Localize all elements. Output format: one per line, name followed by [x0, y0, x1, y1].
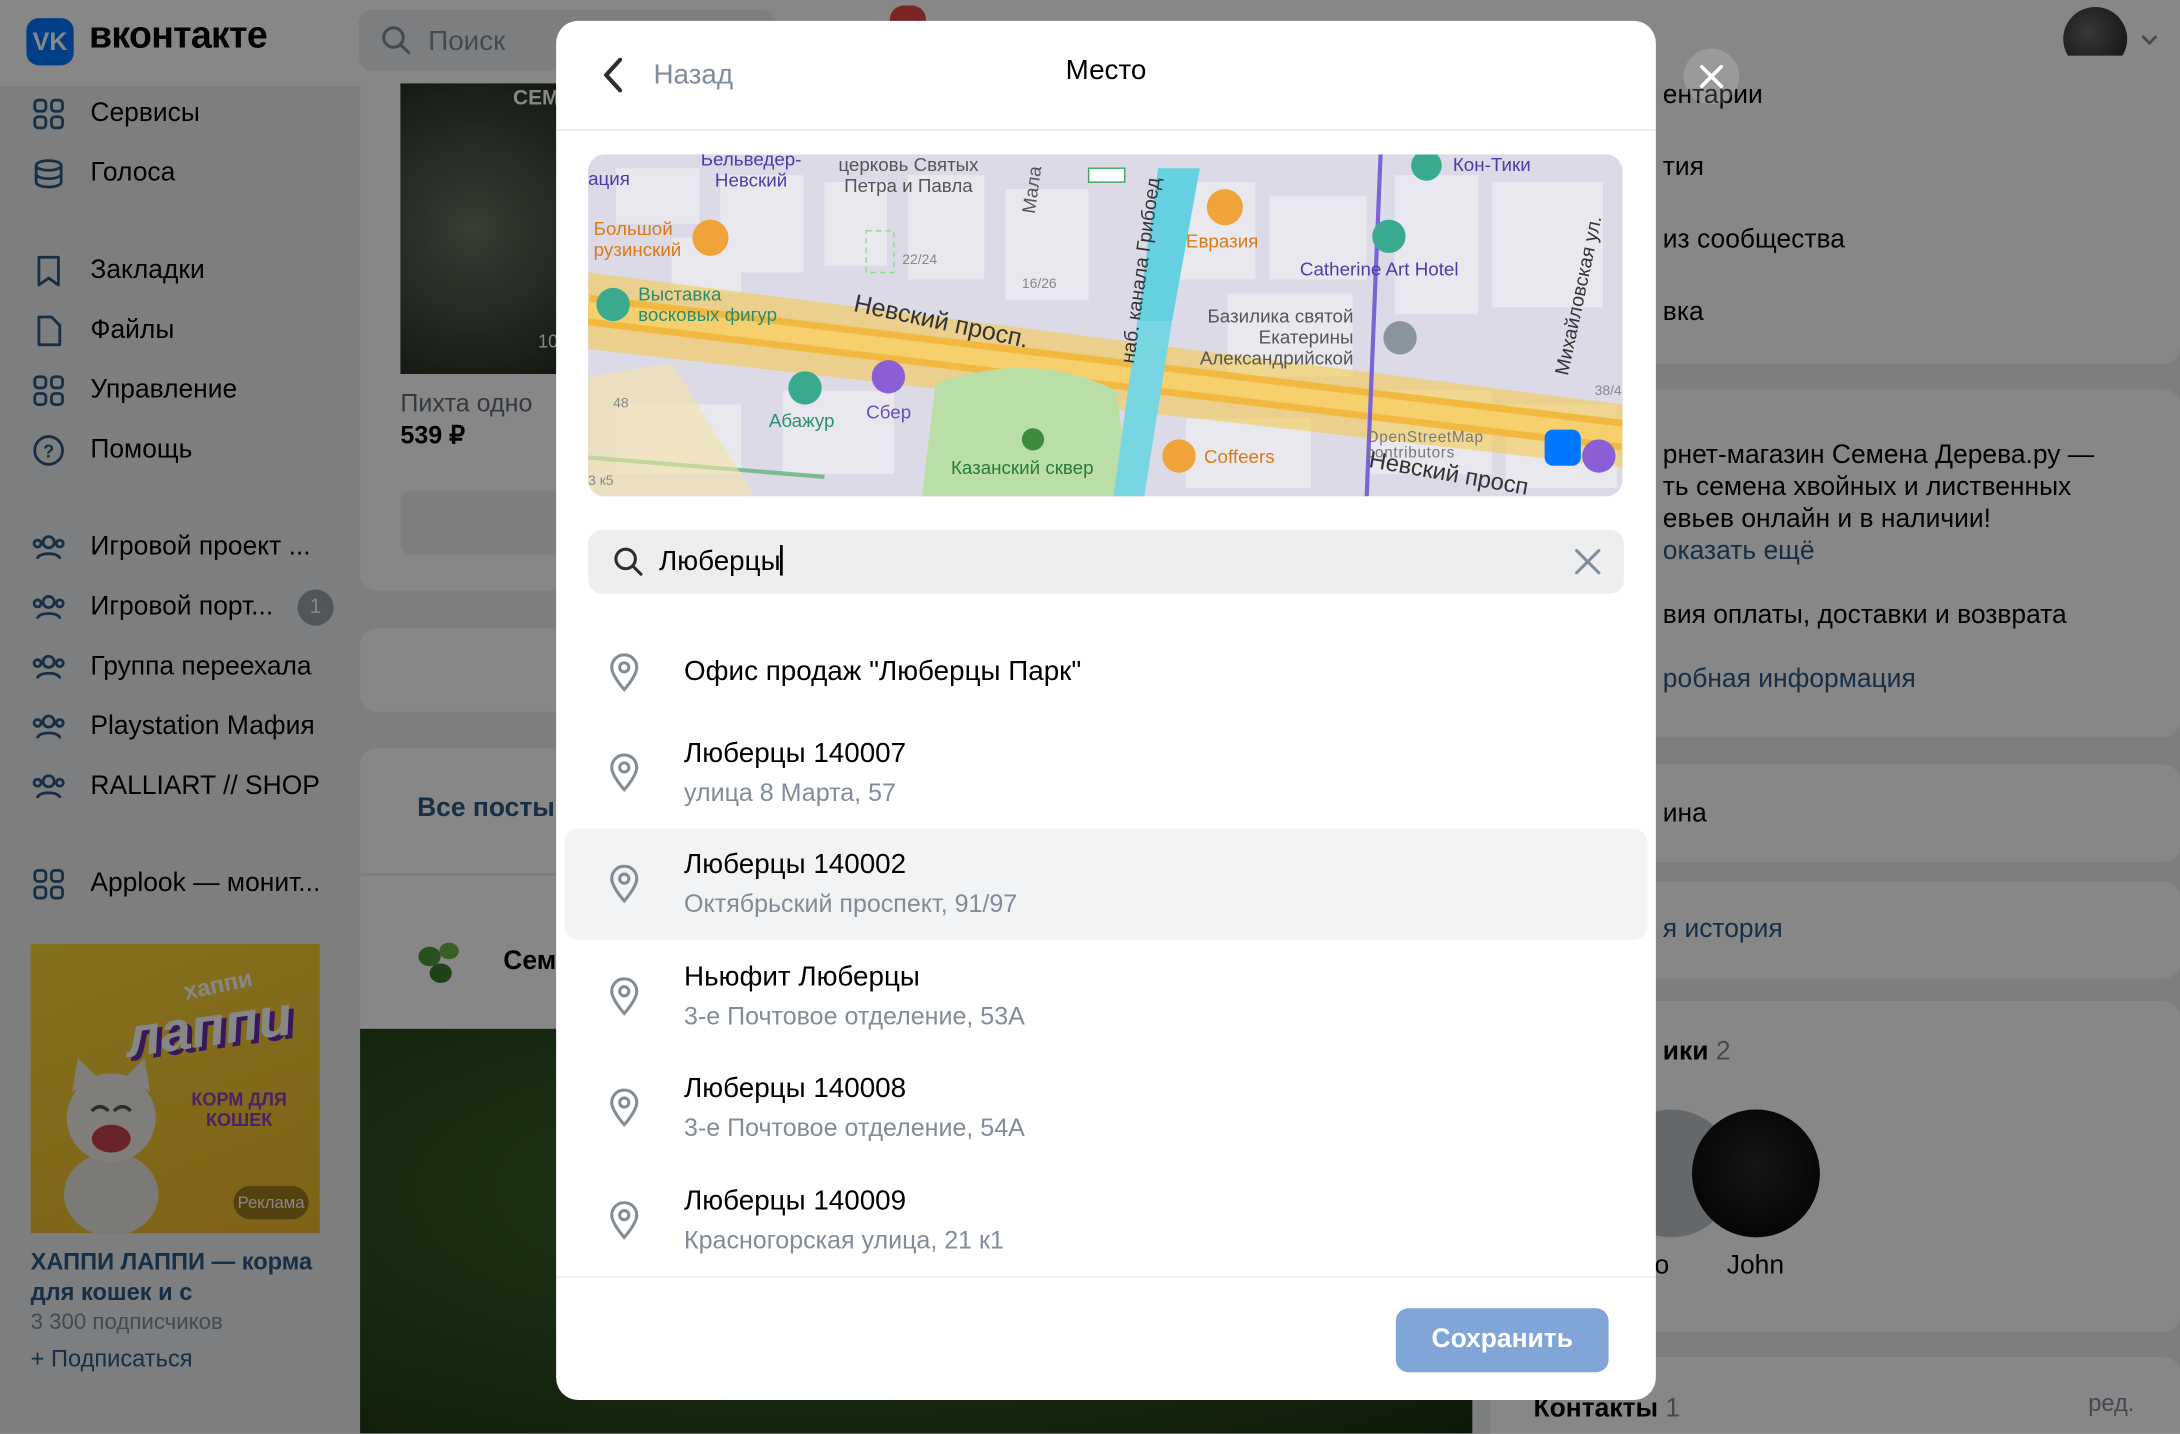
close-icon — [1699, 64, 1724, 89]
result-subtitle: 3-е Почтовое отделение, 53А — [684, 1002, 1025, 1031]
result-title: Ньюфит Люберцы — [684, 962, 920, 993]
place-result[interactable]: Люберцы 140008 3-е Почтовое отделение, 5… — [564, 1052, 1647, 1163]
map-label: Большой рузинский — [593, 218, 682, 260]
location-pin-icon — [610, 1201, 639, 1240]
location-pin-icon — [610, 753, 639, 792]
map-label: Сбер — [866, 401, 912, 423]
result-subtitle: улица 8 Марта, 57 — [684, 778, 896, 807]
map-label: Бельведер- Невский — [700, 154, 802, 191]
map-label: Кон-Тики — [1452, 154, 1531, 176]
modal-title: Место — [1065, 55, 1147, 87]
location-pin-icon — [610, 1088, 639, 1128]
map-label: Catherine Art Hotel — [1299, 258, 1459, 280]
result-title: Люберцы 140007 — [684, 738, 907, 769]
map-label: Coffeers — [1204, 446, 1275, 468]
place-search-input[interactable]: Люберцы — [588, 529, 1624, 594]
place-picker-modal: Назад Место Бельведер- Невский церковь С… — [556, 20, 1656, 1401]
result-subtitle: Красногорская улица, 21 к1 — [684, 1226, 1004, 1255]
place-result[interactable]: Люберцы 140009 Красногорская улица, 21 к… — [564, 1165, 1647, 1276]
modal-footer: Сохранить — [556, 1276, 1656, 1400]
place-result[interactable]: Ньюфит Люберцы 3-е Почтовое отделение, 5… — [564, 941, 1647, 1052]
map-label: Абажур — [768, 410, 835, 431]
map-label: Выставка восковых фигур — [638, 283, 778, 326]
location-pin-icon — [610, 653, 639, 692]
location-pin-icon — [610, 977, 639, 1016]
map-label: церковь Святых Петра и Павла — [838, 154, 979, 197]
place-result[interactable]: Офис продаж "Люберцы Парк" — [564, 616, 1647, 727]
result-title: Офис продаж "Люберцы Парк" — [684, 656, 1082, 687]
map-label: ация — [588, 168, 630, 190]
map-label: Евразия — [1185, 230, 1259, 252]
result-title: Люберцы 140008 — [684, 1073, 907, 1104]
map-label: 16/26 — [1021, 276, 1057, 292]
result-title: Люберцы 140002 — [684, 849, 907, 881]
search-value: Люберцы — [659, 544, 784, 578]
modal-header: Назад Место — [556, 21, 1656, 131]
result-title: Люберцы 140009 — [684, 1185, 907, 1217]
map-view[interactable]: Бельведер- Невский церковь Святых Петра и … — [588, 154, 1623, 497]
map-label: Казанский сквер — [950, 457, 1094, 479]
save-button[interactable]: Сохранить — [1395, 1308, 1609, 1373]
result-subtitle: 3-е Почтовое отделение, 54А — [684, 1113, 1025, 1142]
text-caret — [780, 544, 784, 576]
map-label: 3 к5 — [588, 474, 614, 490]
place-result[interactable]: Люберцы 140007 улица 8 Марта, 57 — [564, 717, 1647, 828]
search-icon — [614, 547, 643, 576]
map-label: Базилика святой Екатерины Александрийской — [1199, 305, 1354, 369]
map-label: 48 — [613, 396, 629, 412]
close-modal-button[interactable] — [1683, 48, 1740, 105]
result-subtitle: Октябрьский проспект, 91/97 — [684, 889, 1018, 918]
clear-icon[interactable] — [1574, 548, 1602, 576]
map-label: 38/4 — [1594, 383, 1622, 400]
place-result[interactable]: Люберцы 140002 Октябрьский проспект, 91/… — [564, 828, 1648, 940]
map-label: 22/24 — [902, 253, 938, 269]
location-pin-icon — [610, 864, 639, 904]
